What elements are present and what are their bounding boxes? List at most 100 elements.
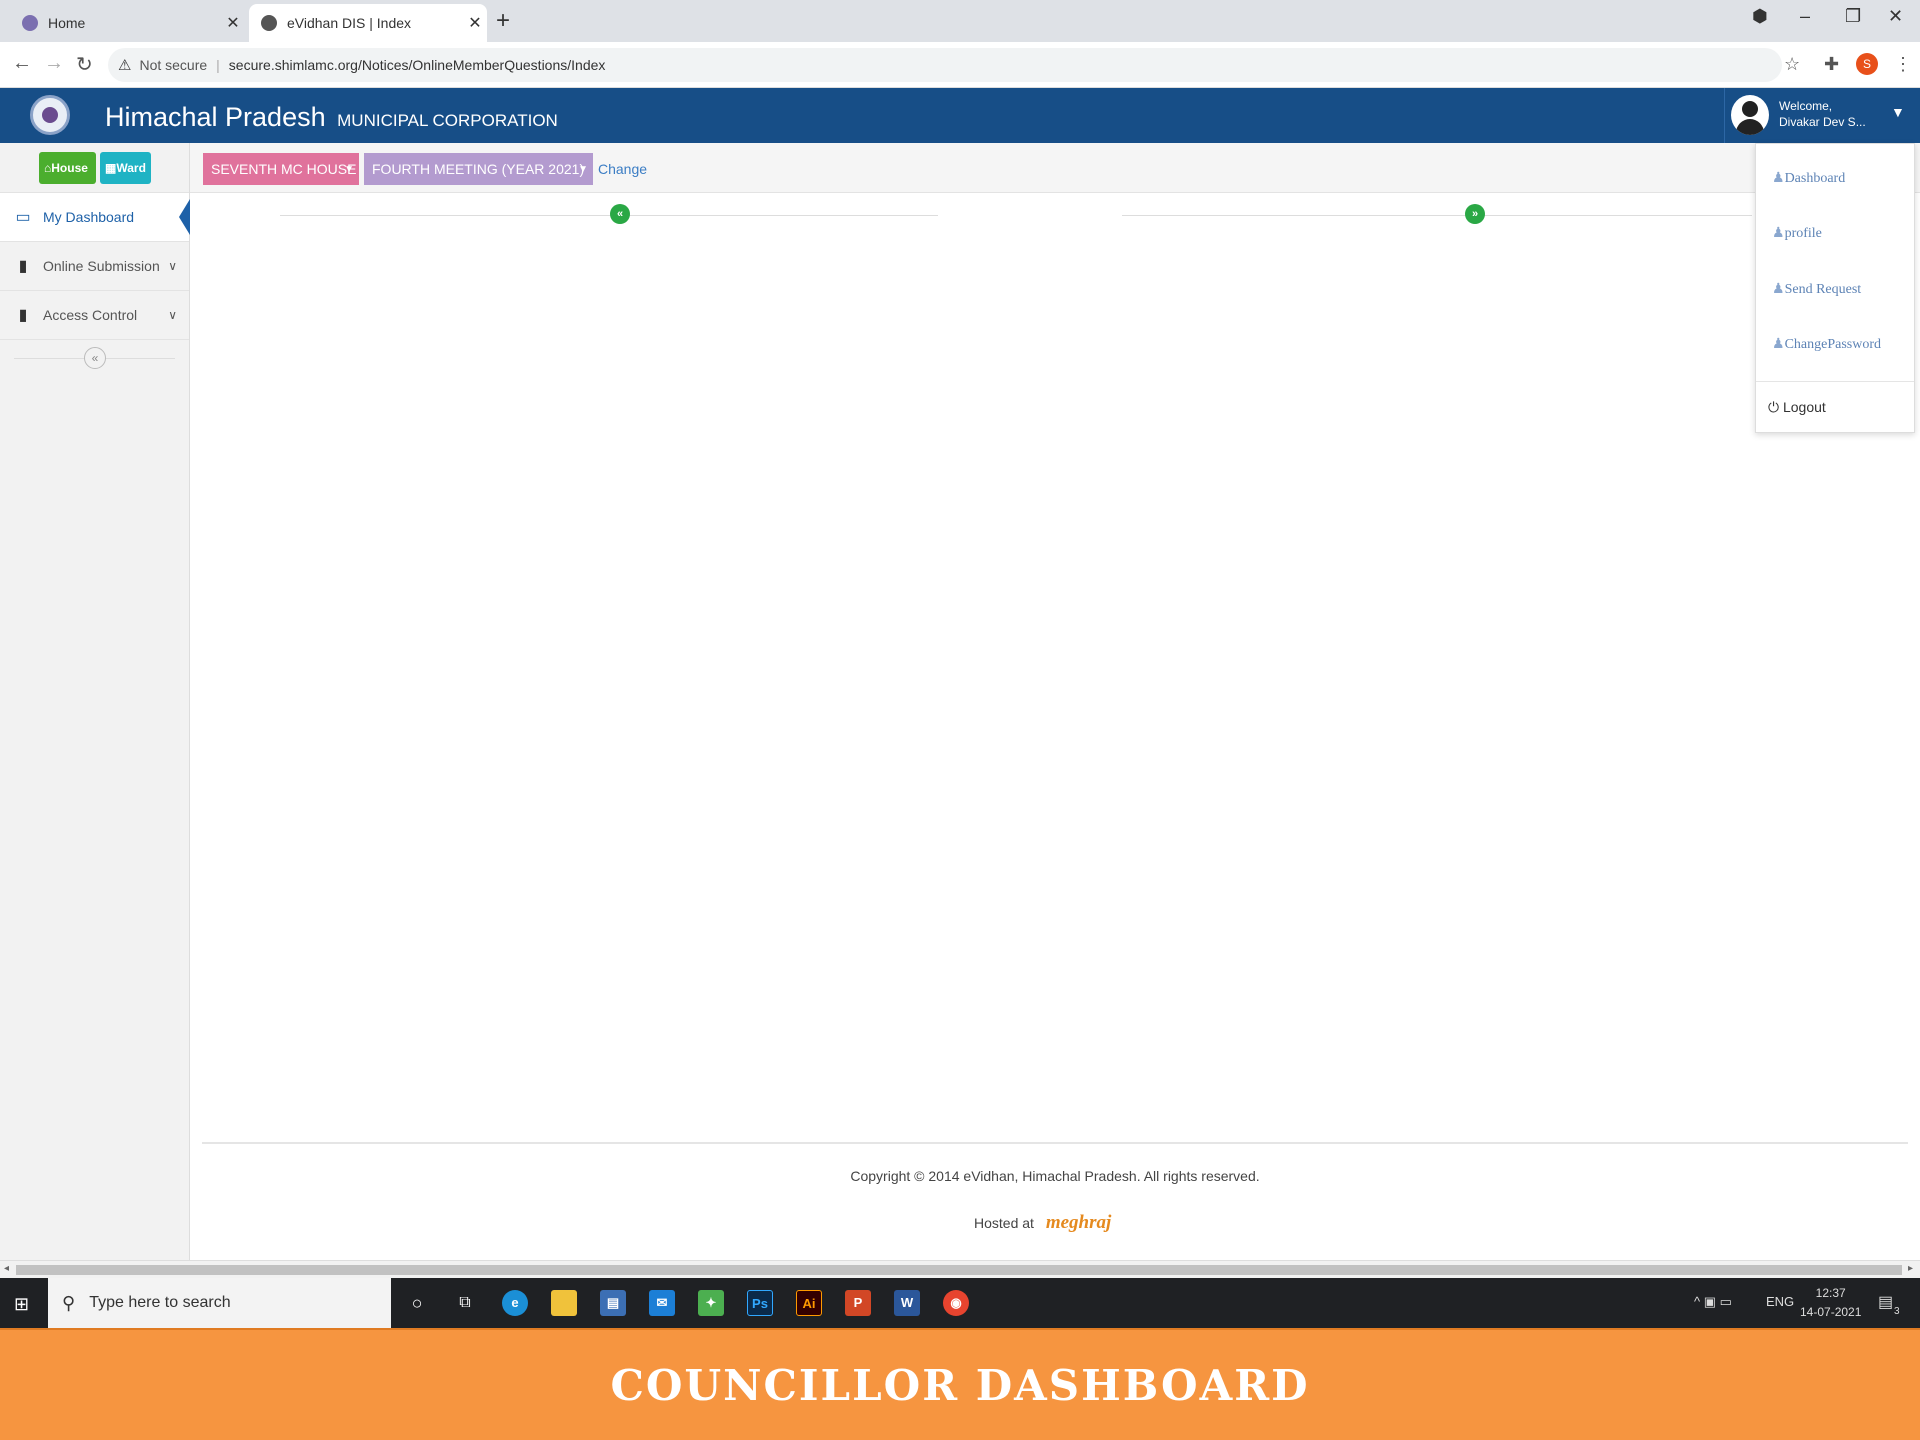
user-icon: ♟ [1772,226,1785,241]
mail-icon[interactable]: ✉ [649,1290,675,1316]
language-indicator[interactable]: ENG [1766,1294,1794,1309]
photos-app-icon[interactable]: ✦ [698,1290,724,1316]
clock-date: 14-07-2021 [1800,1305,1862,1319]
illustrator-icon[interactable]: Ai [796,1290,822,1316]
divider: | [216,57,220,73]
taskbar-search-box[interactable]: ⚲ Type here to search [48,1278,391,1328]
menu-item-label: Send Request [1784,282,1862,297]
user-name: Divakar Dev S... [1779,115,1866,129]
house-button-label: House [51,160,88,175]
scroll-left-icon[interactable]: ◂ [4,1263,9,1274]
close-tab-icon[interactable]: ✕ [221,13,245,33]
sidebar-item-label: My Dashboard [43,209,135,225]
welcome-text: Welcome, Divakar Dev S... [1779,98,1866,130]
divider [280,215,938,216]
house-select-value: SEVENTH MC HOUSE [211,161,357,177]
taskbar-clock[interactable]: 12:37 14-07-2021 [1800,1284,1861,1322]
close-window-button[interactable]: ✕ [1888,6,1903,27]
user-icon: ♟ [1772,171,1785,186]
sidebar-item-my-dashboard[interactable]: ▭ My Dashboard [0,193,190,242]
chevron-down-icon: ∨ [168,259,177,273]
tab-title: Home [48,15,86,31]
profile-avatar[interactable]: S [1856,53,1878,75]
maximize-button[interactable]: ❐ [1845,6,1861,27]
hosted-at-label: Hosted at [974,1215,1034,1231]
house-select[interactable]: SEVENTH MC HOUSE ▼ [203,153,359,185]
windows-start-icon[interactable]: ⊞ [14,1294,29,1315]
browser-tab-evidhan[interactable]: eVidhan DIS | Index ✕ [249,4,487,42]
cortana-icon[interactable]: ○ [404,1290,430,1316]
globe-icon [22,15,38,31]
menu-item-profile[interactable]: ♟profile [1772,225,1822,242]
reload-icon[interactable]: ↻ [76,52,93,77]
star-icon[interactable]: ☆ [1784,54,1800,75]
sidebar-quick-buttons: ⌂ House ▦ Ward [0,143,189,193]
horizontal-scrollbar[interactable]: ◂ ▸ [0,1260,1920,1278]
change-link[interactable]: Change [598,161,647,177]
scrollbar-thumb[interactable] [16,1265,1902,1275]
banner-title: COUNCILLOR DASHBOARD [610,1361,1310,1410]
next-arrow-button[interactable]: » [1465,204,1485,224]
back-arrow-icon[interactable]: ← [12,52,32,75]
bookmark-icon: ▮ [18,307,28,324]
welcome-label: Welcome, [1779,99,1833,113]
address-bar[interactable]: ⚠ Not secure | secure.shimlamc.org/Notic… [108,48,1782,82]
minimize-button[interactable]: – [1800,6,1810,27]
sidebar-item-access-control[interactable]: ▮ Access Control ∨ [0,291,189,340]
sidebar-collapse-row: « [0,340,189,376]
forward-arrow-icon[interactable]: → [44,52,64,75]
url-text[interactable]: secure.shimlamc.org/Notices/OnlineMember… [229,57,606,73]
system-tray-icons[interactable]: ^ ▣ ▭ [1694,1294,1732,1310]
user-icon: ♟ [1772,337,1785,352]
collapse-sidebar-button[interactable]: « [84,347,106,369]
chevron-down-icon: ▼ [578,163,588,175]
copyright-text: Copyright © 2014 eVidhan, Himachal Prade… [850,1168,1260,1184]
photoshop-icon[interactable]: Ps [747,1290,773,1316]
extension-shield-icon[interactable]: ⬢ [1752,6,1768,27]
menu-item-label: ChangePassword [1784,337,1881,352]
tab-title: eVidhan DIS | Index [287,15,412,31]
user-menu-toggle[interactable]: Welcome, Divakar Dev S... ▼ [1724,88,1914,143]
menu-item-send-request[interactable]: ♟Send Request [1772,281,1861,298]
menu-item-change-password[interactable]: ♟ChangePassword [1772,336,1881,353]
caption-banner: COUNCILLOR DASHBOARD [0,1328,1920,1440]
globe-icon [261,15,277,31]
extensions-puzzle-icon[interactable]: ✚ [1824,54,1839,75]
warning-icon: ⚠ [118,57,132,74]
divider [1122,215,1752,216]
filter-bar: SEVENTH MC HOUSE ▼ FOURTH MEETING (YEAR … [190,143,1920,193]
notification-count: 3 [1894,1306,1900,1317]
search-placeholder: Type here to search [89,1294,231,1311]
corporation-seal-logo [30,95,70,135]
browser-tab-home[interactable]: Home ✕ [10,4,245,42]
bookmark-icon: ▮ [18,258,28,275]
brand-title: Himachal Pradesh MUNICIPAL CORPORATION [105,102,558,133]
kebab-menu-icon[interactable]: ⋮ [1894,54,1912,75]
task-view-icon[interactable]: ⧉ [452,1290,478,1316]
menu-item-label: Dashboard [1784,171,1846,186]
store-icon[interactable]: ▤ [600,1290,626,1316]
building-icon: ▦ [105,160,117,175]
edge-browser-icon[interactable]: e [502,1290,528,1316]
sidebar-item-label: Online Submission [43,258,160,274]
word-icon[interactable]: W [894,1290,920,1316]
sidebar-item-online-submission[interactable]: ▮ Online Submission ∨ [0,242,189,291]
scroll-right-icon[interactable]: ▸ [1908,1263,1913,1274]
ward-button[interactable]: ▦ Ward [100,151,151,184]
menu-item-dashboard[interactable]: ♟Dashboard [1772,170,1845,187]
security-label: Not secure [139,57,208,73]
file-explorer-icon[interactable] [551,1290,577,1316]
powerpoint-icon[interactable]: P [845,1290,871,1316]
house-button[interactable]: ⌂ House [39,151,96,184]
notification-center-icon[interactable]: ▤ [1878,1292,1893,1312]
new-tab-button[interactable]: + [496,7,510,35]
close-tab-icon[interactable]: ✕ [463,13,487,33]
divider [1756,381,1914,382]
logout-menu-item[interactable]: ⏻ Logout [1768,399,1826,416]
meeting-select[interactable]: FOURTH MEETING (YEAR 2021) ▼ [364,153,593,185]
previous-arrow-button[interactable]: « [610,204,630,224]
chrome-icon[interactable]: ◉ [943,1290,969,1316]
menu-item-label: profile [1784,226,1822,241]
logout-label: Logout [1782,399,1826,415]
chevron-down-icon: ▼ [344,163,354,175]
